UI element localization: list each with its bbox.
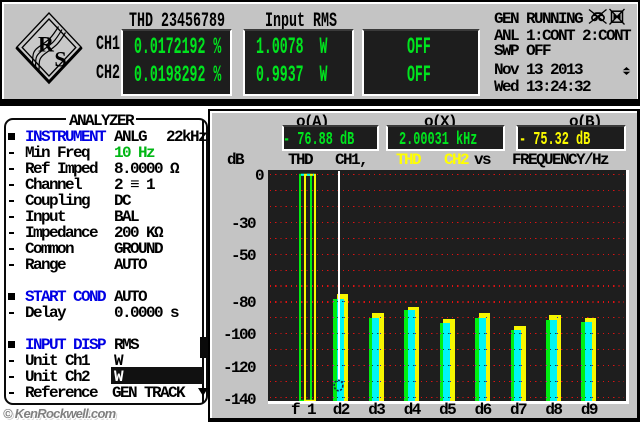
svg-text:R: R bbox=[38, 32, 55, 57]
svg-text:S: S bbox=[54, 47, 66, 72]
